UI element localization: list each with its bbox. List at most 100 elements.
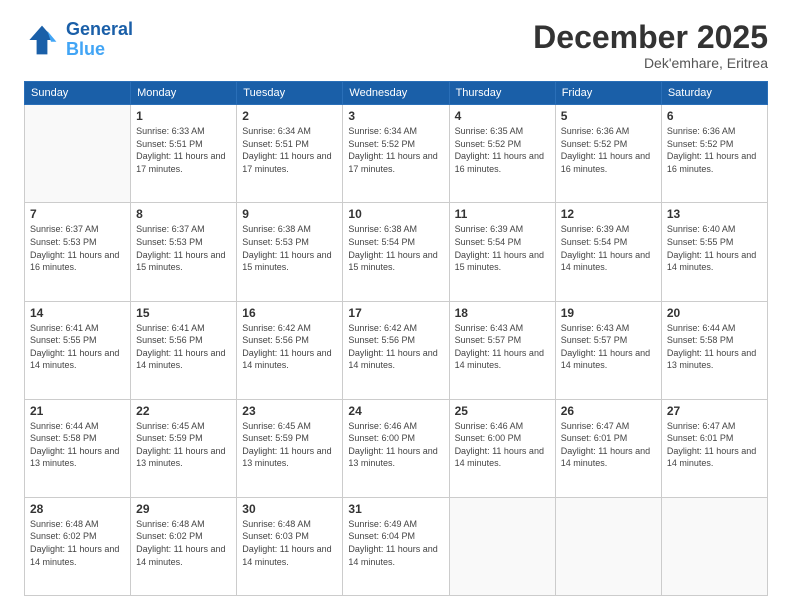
day-info: Sunrise: 6:33 AM Sunset: 5:51 PM Dayligh… [136,125,231,175]
day-info: Sunrise: 6:44 AM Sunset: 5:58 PM Dayligh… [667,322,762,372]
day-info: Sunrise: 6:39 AM Sunset: 5:54 PM Dayligh… [561,223,656,273]
day-number: 29 [136,502,231,516]
day-number: 16 [242,306,337,320]
day-info: Sunrise: 6:44 AM Sunset: 5:58 PM Dayligh… [30,420,125,470]
day-cell: 23 Sunrise: 6:45 AM Sunset: 5:59 PM Dayl… [237,399,343,497]
day-info: Sunrise: 6:38 AM Sunset: 5:53 PM Dayligh… [242,223,337,273]
weekday-header-monday: Monday [131,82,237,105]
day-cell: 28 Sunrise: 6:48 AM Sunset: 6:02 PM Dayl… [25,497,131,595]
week-row-2: 7 Sunrise: 6:37 AM Sunset: 5:53 PM Dayli… [25,203,768,301]
day-info: Sunrise: 6:37 AM Sunset: 5:53 PM Dayligh… [30,223,125,273]
day-number: 7 [30,207,125,221]
day-number: 3 [348,109,443,123]
day-info: Sunrise: 6:47 AM Sunset: 6:01 PM Dayligh… [667,420,762,470]
day-info: Sunrise: 6:40 AM Sunset: 5:55 PM Dayligh… [667,223,762,273]
day-number: 5 [561,109,656,123]
day-cell: 24 Sunrise: 6:46 AM Sunset: 6:00 PM Dayl… [343,399,449,497]
day-cell: 25 Sunrise: 6:46 AM Sunset: 6:00 PM Dayl… [449,399,555,497]
day-cell: 8 Sunrise: 6:37 AM Sunset: 5:53 PM Dayli… [131,203,237,301]
day-info: Sunrise: 6:48 AM Sunset: 6:02 PM Dayligh… [136,518,231,568]
logo-icon [24,22,60,58]
day-info: Sunrise: 6:48 AM Sunset: 6:03 PM Dayligh… [242,518,337,568]
logo-line2: Blue [66,40,133,60]
day-cell: 12 Sunrise: 6:39 AM Sunset: 5:54 PM Dayl… [555,203,661,301]
day-cell: 26 Sunrise: 6:47 AM Sunset: 6:01 PM Dayl… [555,399,661,497]
day-info: Sunrise: 6:43 AM Sunset: 5:57 PM Dayligh… [561,322,656,372]
day-number: 25 [455,404,550,418]
day-number: 8 [136,207,231,221]
day-info: Sunrise: 6:36 AM Sunset: 5:52 PM Dayligh… [561,125,656,175]
day-info: Sunrise: 6:39 AM Sunset: 5:54 PM Dayligh… [455,223,550,273]
day-cell: 10 Sunrise: 6:38 AM Sunset: 5:54 PM Dayl… [343,203,449,301]
day-cell: 30 Sunrise: 6:48 AM Sunset: 6:03 PM Dayl… [237,497,343,595]
day-number: 6 [667,109,762,123]
day-number: 19 [561,306,656,320]
day-info: Sunrise: 6:45 AM Sunset: 5:59 PM Dayligh… [136,420,231,470]
day-cell: 13 Sunrise: 6:40 AM Sunset: 5:55 PM Dayl… [661,203,767,301]
day-number: 21 [30,404,125,418]
day-cell: 22 Sunrise: 6:45 AM Sunset: 5:59 PM Dayl… [131,399,237,497]
day-number: 24 [348,404,443,418]
day-number: 28 [30,502,125,516]
month-title: December 2025 [533,20,768,55]
day-number: 26 [561,404,656,418]
day-cell: 17 Sunrise: 6:42 AM Sunset: 5:56 PM Dayl… [343,301,449,399]
day-info: Sunrise: 6:46 AM Sunset: 6:00 PM Dayligh… [348,420,443,470]
day-number: 11 [455,207,550,221]
weekday-header-wednesday: Wednesday [343,82,449,105]
location-subtitle: Dek'emhare, Eritrea [533,55,768,71]
weekday-header-thursday: Thursday [449,82,555,105]
day-number: 13 [667,207,762,221]
day-cell [555,497,661,595]
day-cell: 31 Sunrise: 6:49 AM Sunset: 6:04 PM Dayl… [343,497,449,595]
day-number: 20 [667,306,762,320]
day-number: 23 [242,404,337,418]
day-number: 22 [136,404,231,418]
day-info: Sunrise: 6:41 AM Sunset: 5:56 PM Dayligh… [136,322,231,372]
logo: General Blue [24,20,133,60]
weekday-header-sunday: Sunday [25,82,131,105]
day-number: 12 [561,207,656,221]
day-cell: 27 Sunrise: 6:47 AM Sunset: 6:01 PM Dayl… [661,399,767,497]
day-info: Sunrise: 6:34 AM Sunset: 5:52 PM Dayligh… [348,125,443,175]
day-info: Sunrise: 6:42 AM Sunset: 5:56 PM Dayligh… [242,322,337,372]
week-row-3: 14 Sunrise: 6:41 AM Sunset: 5:55 PM Dayl… [25,301,768,399]
day-cell [661,497,767,595]
day-number: 4 [455,109,550,123]
day-cell: 19 Sunrise: 6:43 AM Sunset: 5:57 PM Dayl… [555,301,661,399]
day-cell: 11 Sunrise: 6:39 AM Sunset: 5:54 PM Dayl… [449,203,555,301]
day-number: 2 [242,109,337,123]
header: General Blue December 2025 Dek'emhare, E… [24,20,768,71]
week-row-5: 28 Sunrise: 6:48 AM Sunset: 6:02 PM Dayl… [25,497,768,595]
day-cell: 16 Sunrise: 6:42 AM Sunset: 5:56 PM Dayl… [237,301,343,399]
day-cell [449,497,555,595]
day-number: 10 [348,207,443,221]
day-number: 30 [242,502,337,516]
day-number: 27 [667,404,762,418]
day-cell: 14 Sunrise: 6:41 AM Sunset: 5:55 PM Dayl… [25,301,131,399]
day-info: Sunrise: 6:45 AM Sunset: 5:59 PM Dayligh… [242,420,337,470]
weekday-header-saturday: Saturday [661,82,767,105]
day-number: 18 [455,306,550,320]
weekday-header-row: SundayMondayTuesdayWednesdayThursdayFrid… [25,82,768,105]
day-info: Sunrise: 6:48 AM Sunset: 6:02 PM Dayligh… [30,518,125,568]
weekday-header-friday: Friday [555,82,661,105]
day-info: Sunrise: 6:42 AM Sunset: 5:56 PM Dayligh… [348,322,443,372]
day-cell: 20 Sunrise: 6:44 AM Sunset: 5:58 PM Dayl… [661,301,767,399]
day-cell: 29 Sunrise: 6:48 AM Sunset: 6:02 PM Dayl… [131,497,237,595]
week-row-4: 21 Sunrise: 6:44 AM Sunset: 5:58 PM Dayl… [25,399,768,497]
day-cell: 5 Sunrise: 6:36 AM Sunset: 5:52 PM Dayli… [555,105,661,203]
day-info: Sunrise: 6:34 AM Sunset: 5:51 PM Dayligh… [242,125,337,175]
day-cell [25,105,131,203]
day-info: Sunrise: 6:35 AM Sunset: 5:52 PM Dayligh… [455,125,550,175]
day-cell: 3 Sunrise: 6:34 AM Sunset: 5:52 PM Dayli… [343,105,449,203]
day-info: Sunrise: 6:38 AM Sunset: 5:54 PM Dayligh… [348,223,443,273]
day-cell: 21 Sunrise: 6:44 AM Sunset: 5:58 PM Dayl… [25,399,131,497]
logo-line1: General [66,20,133,40]
day-cell: 15 Sunrise: 6:41 AM Sunset: 5:56 PM Dayl… [131,301,237,399]
week-row-1: 1 Sunrise: 6:33 AM Sunset: 5:51 PM Dayli… [25,105,768,203]
title-section: December 2025 Dek'emhare, Eritrea [533,20,768,71]
day-number: 1 [136,109,231,123]
logo-text: General Blue [66,20,133,60]
day-info: Sunrise: 6:47 AM Sunset: 6:01 PM Dayligh… [561,420,656,470]
